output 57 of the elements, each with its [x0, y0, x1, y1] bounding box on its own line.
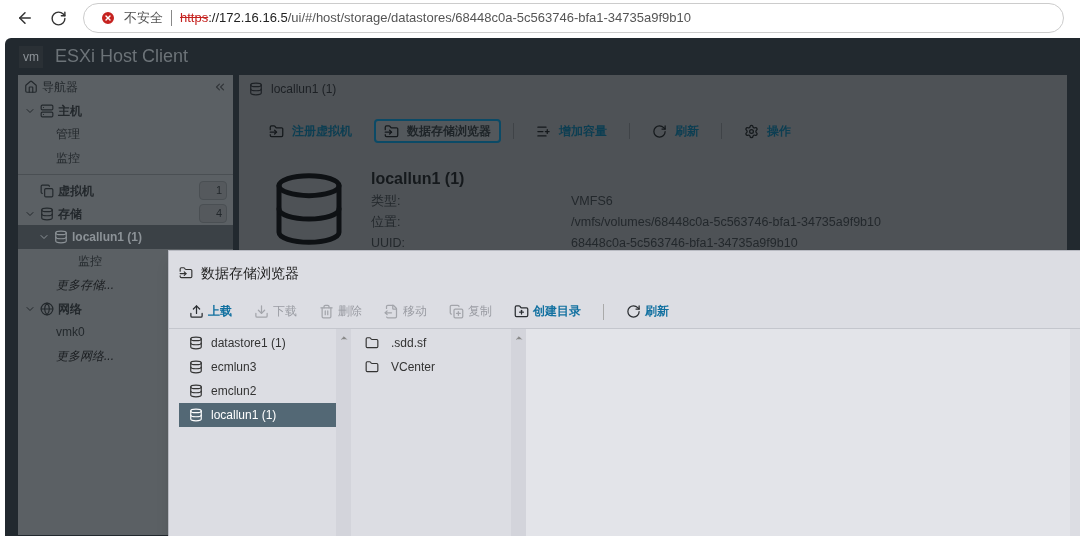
url-text: https://172.16.16.5/ui/#/host/storage/datastores/68448c0a-5c563746-bfa1-34735a9f9b10: [180, 9, 691, 28]
folder-icon: [365, 360, 379, 374]
refresh-icon: [652, 123, 667, 139]
nav-item[interactable]: 存储: [58, 204, 195, 223]
datastore-icon: [249, 82, 263, 96]
toolbar-button[interactable]: 注册虚拟机: [259, 119, 362, 143]
dialog-title: 数据存储浏览器: [201, 263, 299, 283]
datastore-item[interactable]: locallun1 (1): [179, 403, 336, 427]
scrollbar[interactable]: [336, 329, 351, 536]
folder-icon: [365, 336, 379, 350]
toolbar-button[interactable]: 上载: [189, 302, 232, 321]
datastore-icon: [189, 336, 203, 350]
copy-icon: [449, 304, 464, 319]
datastore-icon: [189, 408, 203, 422]
home-icon: [24, 80, 38, 94]
vm-logo: vm: [19, 45, 43, 68]
toolbar-button[interactable]: 增加容量: [526, 119, 617, 143]
nav-item[interactable]: 虚拟机: [58, 181, 195, 200]
toolbar-button[interactable]: 刷新: [642, 119, 709, 143]
upload-icon: [189, 304, 204, 319]
nav-item[interactable]: locallun1 (1): [18, 225, 233, 249]
folder-item[interactable]: VCenter: [351, 355, 511, 379]
collapse-icon[interactable]: [213, 80, 227, 94]
storage-icon: [40, 206, 54, 221]
toolbar-button[interactable]: 刷新: [626, 302, 669, 321]
datastore-item[interactable]: ecmlun3: [179, 355, 336, 379]
datastore-item[interactable]: datastore1 (1): [179, 331, 336, 355]
toolbar-button[interactable]: 创建目录: [514, 302, 581, 321]
vm-icon: [40, 183, 54, 198]
folder-item[interactable]: .sdd.sf: [351, 331, 511, 355]
network-icon: [40, 301, 54, 316]
scroll-up-icon: [513, 333, 524, 343]
nav-item[interactable]: 主机: [58, 101, 227, 120]
reload-icon[interactable]: [50, 9, 67, 27]
scroll-up-icon: [338, 333, 349, 343]
move-icon: [384, 304, 399, 319]
app-title: ESXi Host Client: [55, 45, 189, 68]
warning-icon: [100, 10, 116, 26]
datastore-icon: [189, 360, 203, 374]
datastore-name: locallun1 (1): [371, 169, 466, 189]
datastore-icon: [54, 230, 68, 244]
datastore-icon: [189, 384, 203, 398]
toolbar-icon: [269, 123, 284, 139]
refresh-icon: [626, 304, 641, 319]
security-label: 不安全: [124, 9, 163, 28]
datastore-item[interactable]: emclun2: [179, 379, 336, 403]
toolbar-button[interactable]: 操作: [734, 119, 801, 143]
toolbar-icon: [384, 123, 399, 139]
download-icon: [254, 304, 269, 319]
delete-icon: [319, 304, 334, 319]
browser-icon: [179, 266, 193, 280]
mkdir-icon: [514, 304, 529, 319]
back-icon[interactable]: [16, 9, 34, 27]
toolbar-icon: [536, 123, 551, 139]
scrollbar[interactable]: [511, 329, 526, 536]
gear-icon: [744, 123, 759, 139]
host-icon: [40, 103, 54, 118]
